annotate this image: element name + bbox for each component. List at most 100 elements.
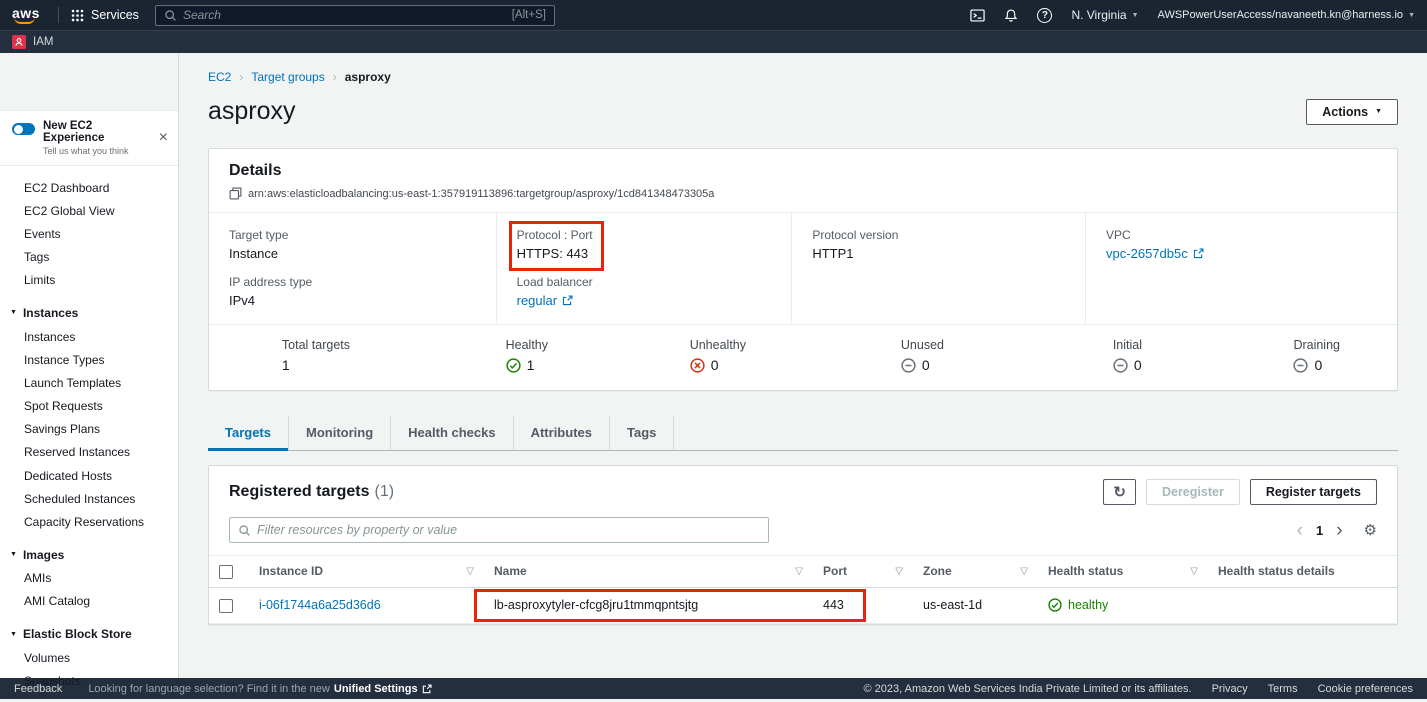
sort-icon[interactable]: ▽ [795,566,803,577]
footer: Feedback Looking for language selection?… [0,678,1427,699]
breadcrumb-ec2[interactable]: EC2 [208,70,231,84]
target-group-arn: arn:aws:elasticloadbalancing:us-east-1:3… [248,188,714,200]
sidebar: New EC2 Experience Tell us what you thin… [0,53,179,678]
sidebar-item-instances[interactable]: Instances [0,325,178,348]
actions-button[interactable]: Actions ▼ [1306,99,1398,125]
toggle-knob [14,125,23,134]
unified-settings-link[interactable]: Unified Settings [334,683,418,695]
vpc-link[interactable]: vpc-2657db5c [1106,246,1188,261]
cloudshell-button[interactable] [970,8,985,23]
region-label: N. Virginia [1071,8,1126,22]
load-balancer-link[interactable]: regular [517,293,557,308]
stat-number: 0 [711,357,719,373]
next-page-button[interactable]: › [1336,521,1342,540]
sidebar-item-amis[interactable]: AMIs [0,567,178,590]
global-search-box[interactable]: [Alt+S] [155,5,555,26]
column-header-port[interactable]: Port [823,564,847,578]
settings-gear-icon[interactable]: ⚙ [1364,523,1377,538]
tab-monitoring[interactable]: Monitoring [289,416,391,450]
notifications-button[interactable] [1004,8,1018,23]
stat-total-targets: Total targets 1 [209,338,407,373]
registered-targets-header: Registered targets(1) ↻ Deregister Regis… [209,466,1397,509]
registered-targets-controls: ‹ 1 › ⚙ [209,509,1397,555]
help-button[interactable]: ? [1037,8,1052,23]
search-input[interactable] [183,8,506,22]
services-menu-button[interactable]: Services [71,8,139,22]
experience-title: New EC2 Experience [43,120,151,144]
field-load-balancer: Load balancer regular [517,275,772,308]
tab-tags[interactable]: Tags [610,416,674,450]
column-header-health-status[interactable]: Health status [1048,564,1123,578]
sidebar-item-capacity-reservations[interactable]: Capacity Reservations [0,510,178,533]
column-header-instance-id[interactable]: Instance ID [259,564,323,578]
sidebar-section-instances[interactable]: ▼ Instances [0,301,178,325]
pagination: ‹ 1 › ⚙ [1297,521,1377,540]
column-header-zone[interactable]: Zone [923,564,952,578]
sidebar-section-elastic-block-store[interactable]: ▼ Elastic Block Store [0,622,178,646]
table-header-row: Instance ID ▽ Name ▽ Port ▽ Zone ▽ Health st… [209,556,1397,588]
external-link-icon [1193,248,1204,259]
sidebar-item-limits[interactable]: Limits [0,269,178,292]
sort-icon[interactable]: ▽ [895,566,903,577]
current-page[interactable]: 1 [1316,524,1323,537]
copy-icon[interactable] [229,187,242,200]
row-checkbox[interactable] [219,599,233,613]
stat-number: 1 [527,357,535,373]
experience-toggle[interactable] [12,123,35,135]
feedback-link[interactable]: Feedback [14,683,62,695]
registered-targets-table: Instance ID ▽ Name ▽ Port ▽ Zone ▽ Health st… [209,555,1397,624]
instance-id-link[interactable]: i-06f1744a6a25d36d6 [259,598,381,612]
stat-label: Draining [1293,338,1340,352]
sidebar-item-scheduled-instances[interactable]: Scheduled Instances [0,487,178,510]
sort-icon[interactable]: ▽ [1190,566,1198,577]
sidebar-item-reserved-instances[interactable]: Reserved Instances [0,441,178,464]
stat-value: 1 [506,357,535,373]
register-targets-button[interactable]: Register targets [1250,479,1377,505]
field-label: Protocol version [812,228,1065,242]
sidebar-item-ec2-global-view[interactable]: EC2 Global View [0,199,178,222]
sidebar-item-ec2-dashboard[interactable]: EC2 Dashboard [0,176,178,199]
filter-box[interactable] [229,517,769,543]
account-menu[interactable]: AWSPowerUserAccess/navaneeth.kn@harness.… [1158,9,1415,21]
deregister-button[interactable]: Deregister [1146,479,1240,505]
stat-initial: Initial 0 [1001,338,1199,373]
aws-logo[interactable]: aws [12,5,46,25]
sidebar-item-savings-plans[interactable]: Savings Plans [0,418,178,441]
target-port-cell: 443 [813,587,913,623]
terms-link[interactable]: Terms [1268,683,1298,695]
filter-input[interactable] [257,523,760,537]
target-zone-cell: us-east-1d [913,587,1038,623]
stat-label: Unhealthy [690,338,746,352]
sidebar-item-ami-catalog[interactable]: AMI Catalog [0,590,178,613]
sidebar-item-launch-templates[interactable]: Launch Templates [0,371,178,394]
field-target-type: Target type Instance [229,228,476,261]
close-icon[interactable]: × [159,130,168,146]
select-all-checkbox[interactable] [219,565,233,579]
stat-number: 1 [282,357,290,373]
field-value: Instance [229,246,476,261]
previous-page-button[interactable]: ‹ [1297,521,1303,540]
privacy-link[interactable]: Privacy [1212,683,1248,695]
cookie-preferences-link[interactable]: Cookie preferences [1318,683,1413,695]
region-selector[interactable]: N. Virginia ▼ [1071,8,1138,22]
tab-health-checks[interactable]: Health checks [391,416,513,450]
refresh-button[interactable]: ↻ [1103,479,1136,505]
column-header-name[interactable]: Name [494,564,527,578]
tab-attributes[interactable]: Attributes [514,416,610,450]
breadcrumb-target-groups[interactable]: Target groups [251,70,324,84]
field-value: vpc-2657db5c [1106,246,1377,261]
stat-healthy: Healthy 1 [407,338,605,373]
sidebar-item-dedicated-hosts[interactable]: Dedicated Hosts [0,464,178,487]
sort-icon[interactable]: ▽ [1020,566,1028,577]
sidebar-item-instance-types[interactable]: Instance Types [0,348,178,371]
field-ip-address-type: IP address type IPv4 [229,275,476,308]
sidebar-section-images[interactable]: ▼ Images [0,543,178,567]
sort-icon[interactable]: ▽ [466,566,474,577]
tab-targets[interactable]: Targets [208,416,289,450]
sidebar-item-volumes[interactable]: Volumes [0,646,178,669]
favorite-iam[interactable]: IAM [12,35,53,49]
search-icon [164,9,177,22]
sidebar-item-events[interactable]: Events [0,222,178,245]
sidebar-item-spot-requests[interactable]: Spot Requests [0,395,178,418]
sidebar-item-tags[interactable]: Tags [0,246,178,269]
